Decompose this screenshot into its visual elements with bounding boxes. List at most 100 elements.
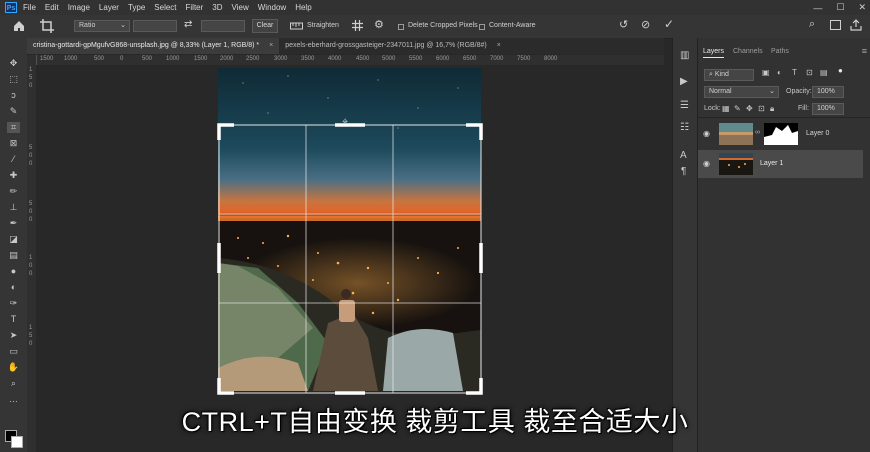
reset-icon[interactable]: ↺	[619, 18, 628, 31]
eyedropper-tool-icon[interactable]: ⁄	[7, 154, 20, 165]
swap-icon[interactable]: ⇄	[184, 19, 192, 30]
search-icon[interactable]: ⌕	[809, 18, 815, 31]
crop-tool-icon[interactable]: ⌗	[7, 122, 20, 133]
tab-paths[interactable]: Paths	[771, 48, 789, 55]
layer-name: Layer 1	[760, 160, 784, 167]
filter-shape-icon[interactable]: ⊡	[806, 68, 813, 77]
minimize-icon[interactable]: —	[813, 3, 822, 13]
overlay-grid-icon[interactable]	[351, 19, 364, 32]
ratio-select[interactable]: Ratio ⌄	[74, 20, 130, 32]
ratio-width-input[interactable]	[133, 20, 177, 32]
layer-row-layer-0[interactable]: ◉ ∞ Layer 0	[698, 120, 863, 148]
adjustments-panel-icon[interactable]: ☰	[680, 100, 689, 111]
menu-file[interactable]: File	[23, 3, 36, 12]
hand-tool-icon[interactable]: ✋	[7, 362, 20, 373]
straighten-icon[interactable]	[290, 20, 303, 31]
commit-checkmark-icon[interactable]: ✓	[664, 17, 674, 31]
lasso-tool-icon[interactable]: ↄ	[7, 90, 20, 101]
share-icon[interactable]	[850, 19, 862, 31]
blend-mode-select[interactable]: Normal ⌄	[704, 86, 779, 98]
menu-3d[interactable]: 3D	[212, 3, 222, 12]
filter-kind-select[interactable]: ⌕ Kind	[704, 69, 754, 81]
zoom-tool-icon[interactable]: ⌕	[7, 378, 20, 389]
menu-window[interactable]: Window	[258, 3, 286, 12]
properties-panel-icon[interactable]: ☷	[680, 122, 689, 133]
crop-pivot-icon[interactable]: ⌖	[342, 116, 348, 129]
clear-button[interactable]: Clear	[252, 19, 278, 33]
fill-input[interactable]: 100%	[812, 103, 844, 115]
pen-tool-icon[interactable]: ✑	[7, 298, 20, 309]
ratio-height-input[interactable]	[201, 20, 245, 32]
menu-view[interactable]: View	[232, 3, 249, 12]
layer-mask-thumbnail[interactable]	[764, 123, 798, 145]
menu-select[interactable]: Select	[154, 3, 176, 12]
workspace-icon[interactable]	[830, 20, 841, 30]
type-tool-icon[interactable]: T	[7, 314, 20, 325]
frame-tool-icon[interactable]: ⊠	[7, 138, 20, 149]
actions-panel-icon[interactable]: ▶	[680, 76, 688, 87]
eye-icon[interactable]: ◉	[703, 159, 710, 168]
healing-brush-tool-icon[interactable]: ✚	[7, 170, 20, 181]
tools-panel: ✥ ⬚ ↄ ✎ ⌗ ⊠ ⁄ ✚ ✏ ⊥ ✒ ◪ ▤ ● ◐ ✑ T ➤ ▭ ✋ …	[0, 38, 28, 452]
menu-help[interactable]: Help	[295, 3, 311, 12]
tab-channels[interactable]: Channels	[733, 48, 763, 55]
document-tabs: cristina-gottardi-gpMgufvG868-unsplash.j…	[27, 38, 664, 54]
lock-all-icon[interactable]: 🔒︎	[770, 104, 774, 114]
opacity-input[interactable]: 100%	[812, 86, 844, 98]
move-tool-icon[interactable]: ✥	[7, 58, 20, 69]
brush-tool-icon[interactable]: ✏	[7, 186, 20, 197]
close-icon[interactable]: ×	[497, 42, 501, 49]
filter-adjustment-icon[interactable]: ◐	[777, 68, 782, 77]
ruler-tick: 0	[29, 153, 33, 159]
maximize-icon[interactable]: ☐	[836, 2, 844, 13]
lock-image-icon[interactable]: ✎	[734, 104, 741, 113]
tab-document-1[interactable]: cristina-gottardi-gpMgufvG868-unsplash.j…	[27, 38, 280, 54]
lock-artboard-icon[interactable]: ⊡	[758, 104, 765, 113]
menu-edit[interactable]: Edit	[45, 3, 59, 12]
menu-layer[interactable]: Layer	[99, 3, 119, 12]
ruler-tick: 2000	[220, 56, 234, 62]
layer-row-layer-1[interactable]: ◉ Layer 1	[698, 150, 863, 178]
straighten-label[interactable]: Straighten	[307, 22, 339, 29]
lock-transparency-icon[interactable]: ▦	[722, 104, 730, 113]
delete-cropped-checkbox[interactable]	[398, 24, 404, 30]
ruler-tick: 0	[29, 209, 33, 215]
chain-link-icon[interactable]: ∞	[755, 129, 760, 136]
crop-tool-preset-icon[interactable]	[40, 19, 54, 33]
marquee-tool-icon[interactable]: ⬚	[7, 74, 20, 85]
clone-stamp-tool-icon[interactable]: ⊥	[7, 202, 20, 213]
dodge-tool-icon[interactable]: ◐	[7, 282, 20, 293]
crop-overlay[interactable]	[210, 118, 490, 400]
history-panel-icon[interactable]: ▥	[680, 50, 689, 61]
close-icon[interactable]: ✕	[858, 2, 866, 13]
character-panel-icon[interactable]: A	[680, 150, 687, 161]
tab-document-2[interactable]: pexels-eberhard-grossgasteiger-2347011.j…	[279, 38, 507, 54]
path-selection-tool-icon[interactable]: ➤	[7, 330, 20, 341]
history-brush-tool-icon[interactable]: ✒	[7, 218, 20, 229]
menu-filter[interactable]: Filter	[186, 3, 204, 12]
close-icon[interactable]: ×	[269, 42, 273, 49]
blur-tool-icon[interactable]: ●	[7, 266, 20, 277]
gear-icon[interactable]: ⚙	[374, 18, 384, 31]
menu-type[interactable]: Type	[128, 3, 145, 12]
content-aware-checkbox[interactable]	[479, 24, 485, 30]
panel-icon-strip: ▥ ▶ ☰ ☷ A ¶	[672, 38, 697, 452]
eraser-tool-icon[interactable]: ◪	[7, 234, 20, 245]
menu-image[interactable]: Image	[68, 3, 90, 12]
gradient-tool-icon[interactable]: ▤	[7, 250, 20, 261]
paragraph-panel-icon[interactable]: ¶	[681, 166, 686, 177]
ruler-tick: 6500	[463, 56, 477, 62]
filter-pixel-icon[interactable]: ▣	[762, 68, 770, 77]
eye-icon[interactable]: ◉	[703, 129, 710, 138]
cancel-icon[interactable]: ⊘	[641, 18, 650, 31]
filter-smart-object-icon[interactable]: ▤	[820, 68, 828, 77]
filter-toggle-icon[interactable]: ●	[838, 66, 843, 75]
rectangle-tool-icon[interactable]: ▭	[7, 346, 20, 357]
crop-handles[interactable]	[217, 123, 483, 395]
filter-type-icon[interactable]: T	[792, 68, 797, 77]
lock-position-icon[interactable]: ✥	[746, 104, 753, 113]
home-icon[interactable]	[13, 20, 25, 32]
tab-layers[interactable]: Layers	[703, 48, 725, 58]
quick-selection-tool-icon[interactable]: ✎	[7, 106, 20, 117]
panel-menu-icon[interactable]: ≡	[862, 46, 867, 56]
